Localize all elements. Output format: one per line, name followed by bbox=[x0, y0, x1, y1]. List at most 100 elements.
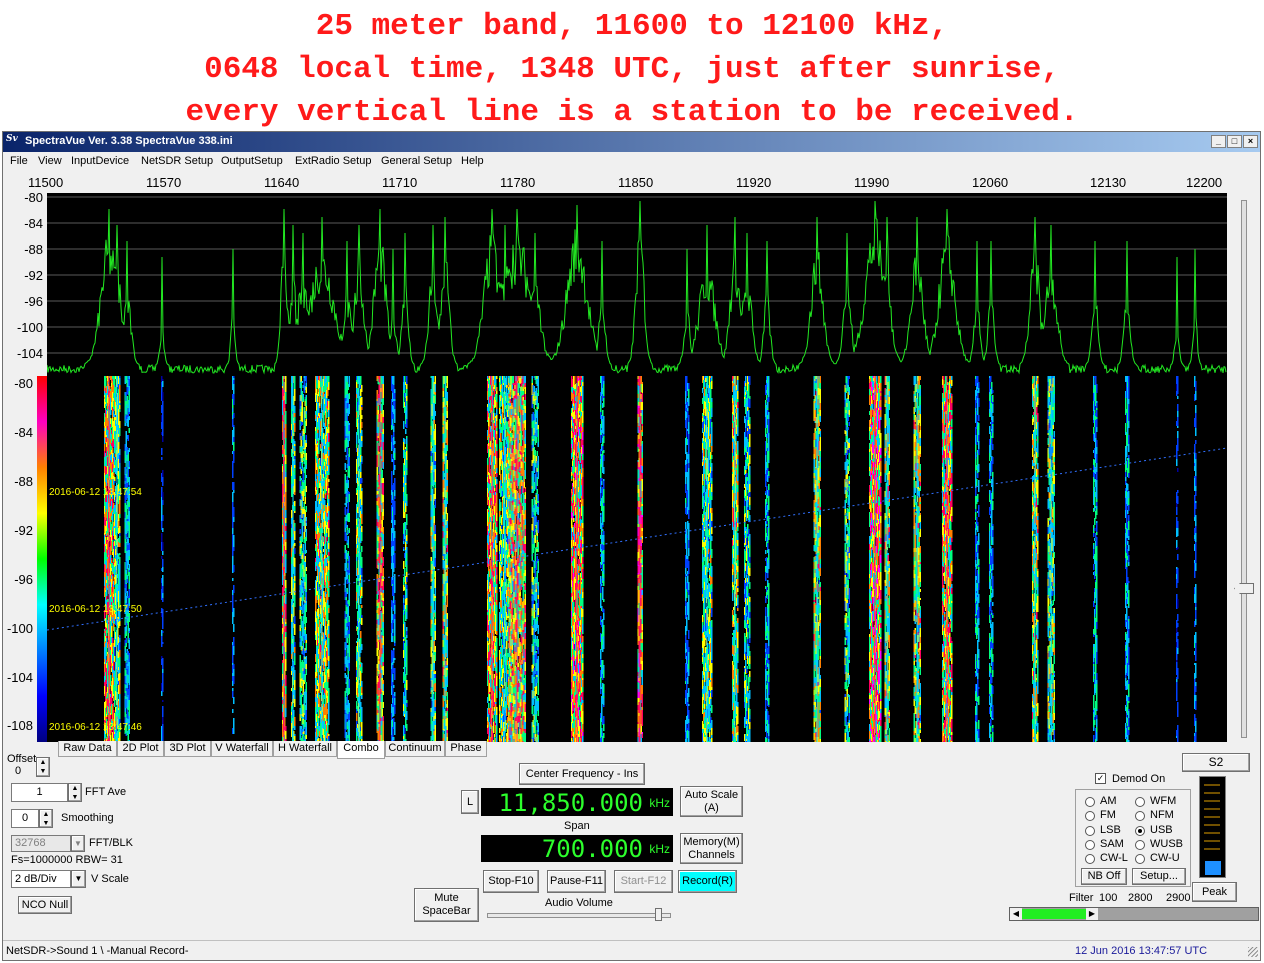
vscale-dropdown[interactable]: ▼ bbox=[71, 870, 86, 888]
demod-on-label: Demod On bbox=[1112, 773, 1166, 785]
title-bar[interactable]: Sv SpectraVue Ver. 3.38 SpectraVue 338.i… bbox=[3, 132, 1260, 152]
spectrum-plot[interactable] bbox=[47, 193, 1227, 376]
tab-continuum[interactable]: Continuum bbox=[385, 741, 445, 757]
tab-h-waterfall[interactable]: H Waterfall bbox=[273, 741, 337, 757]
minimize-icon[interactable]: _ bbox=[1211, 135, 1226, 148]
mode-nfm-label[interactable]: NFM bbox=[1150, 809, 1174, 821]
fft-blk-select[interactable]: 32768 bbox=[11, 835, 71, 852]
mode-wfm-label[interactable]: WFM bbox=[1150, 795, 1176, 807]
waterfall-station-column bbox=[537, 376, 539, 742]
menu-help[interactable]: Help bbox=[461, 155, 484, 167]
tab-phase[interactable]: Phase bbox=[445, 741, 487, 757]
waterfall-display[interactable] bbox=[47, 376, 1227, 742]
mode-cwu-label[interactable]: CW-U bbox=[1150, 852, 1180, 864]
mode-am-label[interactable]: AM bbox=[1100, 795, 1117, 807]
level-slider-thumb[interactable] bbox=[1234, 583, 1254, 594]
tab-3d-plot[interactable]: 3D Plot bbox=[164, 741, 211, 757]
l-button[interactable]: L bbox=[461, 790, 479, 814]
span-unit: kHz bbox=[649, 842, 670, 856]
waterfall-station-column bbox=[119, 376, 121, 742]
tab-combo[interactable]: Combo bbox=[337, 741, 385, 759]
filter-scrollbar[interactable]: ◀ ▶ bbox=[1009, 907, 1259, 921]
fft-ave-label: FFT Ave bbox=[85, 786, 127, 798]
spectrum-trace bbox=[47, 200, 1227, 375]
menu-view[interactable]: View bbox=[38, 155, 62, 167]
demod-on-checkbox[interactable]: ✓ bbox=[1095, 773, 1106, 784]
center-frequency-button[interactable]: Center Frequency - Ins bbox=[519, 763, 645, 785]
demod-mode-group: AM FM LSB SAM CW-L WFM NFM USB WUSB CW-U… bbox=[1075, 789, 1191, 887]
freq-label: 11500 bbox=[28, 175, 64, 190]
maximize-icon[interactable]: □ bbox=[1227, 135, 1242, 148]
vscale-select[interactable]: 2 dB/Div bbox=[11, 870, 71, 888]
smoothing-spinner[interactable]: ▲ ▼ bbox=[39, 809, 53, 828]
waterfall-db-label: -96 bbox=[14, 572, 33, 587]
resize-grip-icon[interactable] bbox=[1248, 947, 1258, 957]
mute-key: SpaceBar bbox=[422, 905, 471, 917]
auto-scale-button[interactable]: Auto Scale (A) bbox=[680, 786, 743, 817]
waterfall-timestamp: 2016-06-12 13:47:46 bbox=[49, 722, 142, 733]
tab-v-waterfall[interactable]: V Waterfall bbox=[211, 741, 273, 757]
waterfall-station-column bbox=[919, 376, 921, 742]
record-button[interactable]: Record(R) bbox=[678, 870, 737, 893]
audio-volume-track[interactable] bbox=[487, 913, 671, 918]
spectrum-db-label: -104 bbox=[16, 346, 43, 361]
filter-scroll-right-icon[interactable]: ▶ bbox=[1086, 908, 1098, 920]
fft-ave-input[interactable]: 1 bbox=[11, 783, 68, 802]
mode-lsb-label[interactable]: LSB bbox=[1100, 824, 1121, 836]
span-display[interactable]: 700.000 kHz bbox=[481, 835, 673, 863]
stop-button[interactable]: Stop-F10 bbox=[483, 870, 539, 893]
fft-blk-dropdown[interactable]: ▼ bbox=[71, 835, 85, 852]
waterfall-station-column bbox=[128, 376, 130, 742]
menu-outputsetup[interactable]: OutputSetup bbox=[221, 155, 283, 167]
pause-button[interactable]: Pause-F11 bbox=[547, 870, 606, 893]
mode-wusb-label[interactable]: WUSB bbox=[1150, 838, 1183, 850]
fft-blk-label: FFT/BLK bbox=[89, 837, 134, 849]
frequency-display[interactable]: 11,850.000 kHz bbox=[481, 788, 673, 817]
freq-label: 12060 bbox=[972, 175, 1009, 190]
offset-spinner[interactable]: ▲ ▼ bbox=[36, 757, 50, 777]
tab-raw-data[interactable]: Raw Data bbox=[58, 741, 117, 757]
mode-wusb-radio[interactable] bbox=[1135, 840, 1145, 850]
mode-lsb-radio[interactable] bbox=[1085, 826, 1095, 836]
mode-sam-label[interactable]: SAM bbox=[1100, 838, 1124, 850]
caption-line-1: 25 meter band, 11600 to 12100 kHz, bbox=[315, 9, 949, 44]
span-value: 700.000 bbox=[541, 835, 643, 863]
start-button[interactable]: Start-F12 bbox=[614, 870, 673, 893]
mode-cwl-radio[interactable] bbox=[1085, 854, 1095, 864]
menu-file[interactable]: File bbox=[10, 155, 28, 167]
level-slider-track[interactable] bbox=[1241, 200, 1247, 738]
demod-setup-button[interactable]: Setup... bbox=[1132, 868, 1186, 885]
fft-ave-spinner[interactable]: ▲ ▼ bbox=[68, 783, 82, 802]
menu-netsdr-setup[interactable]: NetSDR Setup bbox=[141, 155, 213, 167]
mode-fm-label[interactable]: FM bbox=[1100, 809, 1116, 821]
mode-nfm-radio[interactable] bbox=[1135, 811, 1145, 821]
offset-value: 0 bbox=[15, 765, 22, 777]
nb-off-button[interactable]: NB Off bbox=[1081, 868, 1127, 885]
mode-am-radio[interactable] bbox=[1085, 797, 1095, 807]
mode-usb-label[interactable]: USB bbox=[1150, 824, 1173, 836]
waterfall-station-column bbox=[434, 376, 436, 742]
filter-passband[interactable] bbox=[1022, 909, 1086, 919]
close-icon[interactable]: × bbox=[1243, 135, 1258, 148]
peak-button[interactable]: Peak bbox=[1192, 882, 1237, 902]
tab-2d-plot[interactable]: 2D Plot bbox=[117, 741, 164, 757]
audio-volume-thumb[interactable] bbox=[655, 908, 662, 921]
mode-sam-radio[interactable] bbox=[1085, 840, 1095, 850]
menu-inputdevice[interactable]: InputDevice bbox=[71, 155, 129, 167]
mode-usb-radio[interactable] bbox=[1135, 826, 1145, 836]
waterfall-station-column bbox=[737, 376, 739, 742]
mode-cwl-label[interactable]: CW-L bbox=[1100, 852, 1128, 864]
mode-wfm-radio[interactable] bbox=[1135, 797, 1145, 807]
mode-cwu-radio[interactable] bbox=[1135, 854, 1145, 864]
auto-scale-key: (A) bbox=[704, 802, 719, 814]
memory-channels-button[interactable]: Memory(M) Channels bbox=[680, 833, 743, 864]
smoothing-input[interactable]: 0 bbox=[11, 809, 39, 828]
nco-null-button[interactable]: NCO Null bbox=[18, 896, 72, 914]
menu-general-setup[interactable]: General Setup bbox=[381, 155, 452, 167]
mute-button[interactable]: Mute SpaceBar bbox=[414, 888, 479, 922]
mode-fm-radio[interactable] bbox=[1085, 811, 1095, 821]
menu-extradio-setup[interactable]: ExtRadio Setup bbox=[295, 155, 371, 167]
filter-scroll-left-icon[interactable]: ◀ bbox=[1010, 908, 1022, 920]
waterfall-station-column bbox=[951, 376, 953, 742]
freq-label: 11710 bbox=[382, 175, 418, 190]
